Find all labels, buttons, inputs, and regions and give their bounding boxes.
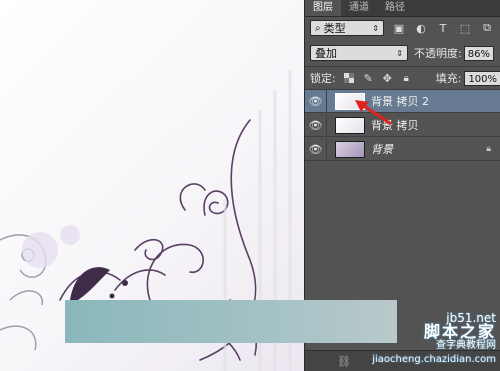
lock-transparent-icon[interactable]: [344, 73, 355, 84]
visibility-toggle[interactable]: 👁︎: [305, 89, 327, 113]
lock-all-icon[interactable]: 🔒︎: [401, 73, 412, 84]
lock-label: 锁定:: [310, 72, 336, 85]
watermark: jb51.net 脚本之家 查字典教程网 jiaocheng.chazidian…: [372, 311, 496, 367]
layer-row-background[interactable]: 👁︎ 背景 🔒︎: [305, 137, 500, 161]
text-filter-icon[interactable]: T: [436, 22, 450, 35]
teal-overlay-bar: [65, 300, 397, 343]
opacity-label: 不透明度:: [414, 47, 462, 60]
filter-kind-label: 类型: [323, 22, 346, 35]
chevron-updown-icon: ⇕: [372, 23, 379, 33]
adjustment-filter-icon[interactable]: ◐: [414, 22, 428, 35]
fill-label: 填充:: [435, 72, 462, 85]
lock-position-icon[interactable]: ✥: [382, 72, 393, 85]
red-arrow-annotation: [355, 100, 392, 126]
tab-paths[interactable]: 路径: [377, 0, 413, 16]
watermark-line2: 查字典教程网: [436, 340, 496, 351]
eye-icon: 👁︎: [308, 118, 323, 132]
eye-icon: 👁︎: [308, 142, 323, 156]
blend-mode-value: 叠加: [315, 47, 337, 60]
visibility-toggle[interactable]: 👁︎: [305, 137, 327, 161]
lock-brush-icon[interactable]: ✎: [363, 72, 374, 85]
visibility-toggle[interactable]: 👁︎: [305, 113, 327, 137]
watermark-url: jiaocheng.chazidian.com: [372, 354, 496, 365]
blend-mode-select[interactable]: 叠加 ⇕: [310, 45, 408, 61]
layer-name: 背景: [371, 143, 393, 156]
watermark-brand: 脚本之家: [423, 322, 496, 341]
layer-thumbnail: [335, 140, 365, 158]
panel-tabs: 图层 通道 路径: [305, 0, 500, 17]
opacity-input[interactable]: 86%: [463, 45, 494, 61]
eye-icon: 👁︎: [308, 94, 323, 108]
tab-channels[interactable]: 通道: [341, 0, 377, 16]
image-filter-icon[interactable]: ▣: [392, 22, 406, 35]
filter-kind-select[interactable]: ⌕ 类型 ⇕: [310, 20, 384, 36]
lock-row: 锁定: ✎ ✥ 🔒︎ 填充: 100%: [305, 67, 500, 89]
tab-layers[interactable]: 图层: [305, 0, 341, 16]
chevron-updown-icon: ⇕: [396, 48, 403, 58]
smart-object-filter-icon[interactable]: ⧉: [480, 21, 494, 34]
shape-filter-icon[interactable]: ⬚: [458, 22, 472, 35]
fill-input[interactable]: 100%: [464, 70, 500, 86]
layer-lock-icon: 🔒︎: [486, 144, 491, 154]
link-layers-icon[interactable]: ⛓: [337, 355, 351, 368]
search-icon: ⌕: [315, 22, 321, 34]
filter-row: ⌕ 类型 ⇕ ▣ ◐ T ⬚ ⧉: [305, 17, 500, 39]
blend-row: 叠加 ⇕ 不透明度: 86%: [305, 42, 500, 64]
